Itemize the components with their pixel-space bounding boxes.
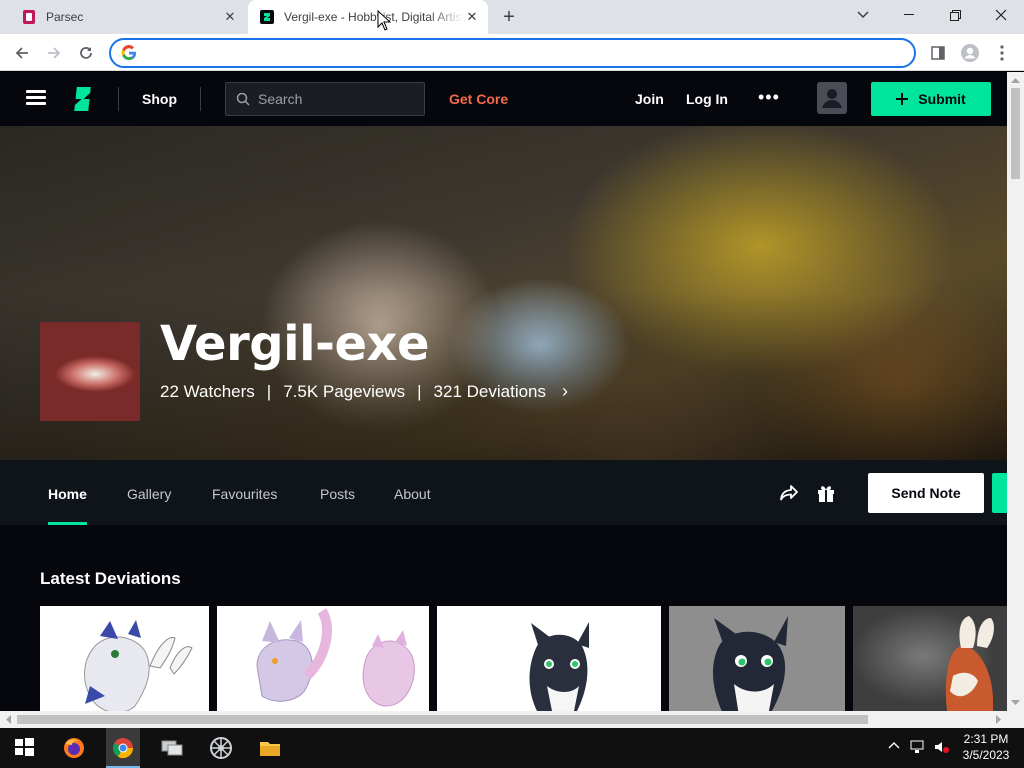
deviantart-icon [260, 10, 274, 24]
deviation-thumbnail[interactable] [217, 606, 429, 711]
tab-title: Parsec [46, 10, 84, 24]
minimize-icon[interactable] [886, 0, 932, 30]
profile-username[interactable]: Vergil-exe [160, 316, 430, 372]
clock-time: 2:31 PM [963, 732, 1009, 746]
tab-about[interactable]: About [394, 486, 431, 502]
horizontal-scrollbar[interactable] [0, 711, 1024, 728]
submit-button[interactable]: Submit [871, 82, 991, 116]
user-avatar-button[interactable] [817, 82, 847, 114]
join-link[interactable]: Join [635, 91, 664, 107]
profile-nav: Home Gallery Favourites Posts About Send… [0, 460, 1007, 525]
site-header: Shop Get Core Join Log In ••• Submit [0, 72, 1007, 126]
search-input[interactable] [258, 91, 418, 107]
deviantart-page: Shop Get Core Join Log In ••• Submit [0, 72, 1007, 711]
address-input[interactable] [145, 44, 895, 62]
scrollbar-thumb[interactable] [1011, 88, 1020, 179]
watchers-count[interactable]: 22 Watchers [160, 382, 255, 402]
share-icon[interactable] [779, 483, 799, 503]
settings-wheel-icon[interactable] [209, 736, 233, 760]
network-icon[interactable] [910, 740, 926, 756]
profile-icon[interactable] [957, 40, 983, 66]
volume-muted-icon[interactable] [934, 740, 950, 756]
chevron-right-icon[interactable]: › [562, 381, 568, 402]
deviation-thumbnail[interactable] [669, 606, 845, 711]
profile-avatar[interactable] [40, 322, 140, 421]
stats-separator: | [417, 381, 422, 401]
parsec-icon [22, 10, 36, 24]
windows-start-icon[interactable] [13, 736, 37, 760]
hamburger-menu-icon[interactable] [26, 90, 46, 106]
browser-tab-strip: Parsec ✕ Vergil-exe - Hobbyist, Digital … [0, 0, 1024, 34]
chrome-icon[interactable] [111, 736, 135, 760]
login-link[interactable]: Log In [686, 91, 728, 107]
deviation-thumbnail[interactable] [853, 606, 1007, 711]
mouse-cursor-icon [377, 10, 391, 31]
close-window-icon[interactable] [978, 0, 1024, 30]
deviation-thumbnail[interactable] [437, 606, 661, 711]
submit-label: Submit [918, 91, 966, 107]
more-menu-icon[interactable]: ••• [758, 88, 780, 108]
kebab-menu-icon[interactable] [989, 40, 1015, 66]
back-icon[interactable] [9, 40, 35, 66]
deviations-count[interactable]: 321 Deviations [434, 382, 546, 402]
chevron-up-icon[interactable] [888, 740, 900, 756]
restore-icon[interactable] [932, 0, 978, 30]
tab-gallery[interactable]: Gallery [127, 486, 171, 502]
profile-cover-image: Vergil-exe 22 Watchers | 7.5K Pageviews … [0, 126, 1007, 460]
firefox-icon[interactable] [62, 736, 86, 760]
close-tab-icon[interactable]: ✕ [222, 9, 238, 25]
address-bar[interactable] [109, 38, 916, 68]
header-divider [200, 87, 201, 111]
clock-date: 3/5/2023 [962, 748, 1010, 762]
vertical-scrollbar[interactable] [1007, 72, 1024, 711]
forward-icon[interactable] [41, 40, 67, 66]
pageviews-count: 7.5K Pageviews [283, 381, 406, 401]
profile-stats: 22 Watchers | 7.5K Pageviews | 321 Devia… [160, 381, 568, 402]
reload-icon[interactable] [73, 40, 99, 66]
close-tab-icon[interactable]: ✕ [464, 9, 480, 25]
deviantart-logo-icon[interactable] [74, 85, 94, 113]
send-note-button[interactable]: Send Note [868, 473, 984, 513]
get-core-link[interactable]: Get Core [449, 91, 508, 107]
windows-taskbar: 2:31 PM 3/5/2023 [0, 728, 1024, 768]
tab-title: Vergil-exe - Hobbyist, Digital Artist [284, 10, 464, 24]
shop-link[interactable]: Shop [142, 91, 177, 107]
file-explorer-icon[interactable] [258, 736, 282, 760]
new-tab-icon[interactable]: + [498, 6, 520, 28]
tab-parsec[interactable]: Parsec ✕ [8, 0, 244, 34]
side-panel-icon[interactable] [925, 40, 951, 66]
plus-icon [896, 93, 909, 105]
tab-deviantart[interactable]: Vergil-exe - Hobbyist, Digital Artist ✕ [248, 0, 488, 34]
stats-separator: | [266, 381, 272, 401]
tab-search-icon[interactable] [840, 0, 886, 30]
banner-overlay [0, 126, 1007, 460]
tab-home[interactable]: Home [48, 486, 87, 502]
browser-toolbar [0, 34, 1024, 71]
gift-icon[interactable] [816, 483, 836, 503]
watch-button[interactable] [992, 473, 1007, 513]
system-clock[interactable]: 2:31 PM 3/5/2023 [960, 731, 1012, 763]
site-search[interactable] [225, 82, 425, 116]
latest-deviations-title: Latest Deviations [40, 569, 181, 588]
tab-favourites[interactable]: Favourites [212, 486, 277, 502]
tab-posts[interactable]: Posts [320, 486, 355, 502]
search-icon [236, 92, 250, 106]
header-divider [118, 87, 119, 111]
remote-desktop-icon[interactable] [160, 736, 184, 760]
active-tab-indicator [48, 522, 87, 525]
google-icon [121, 44, 137, 61]
scrollbar-thumb[interactable] [17, 715, 868, 724]
deviation-thumbnail[interactable] [40, 606, 209, 711]
